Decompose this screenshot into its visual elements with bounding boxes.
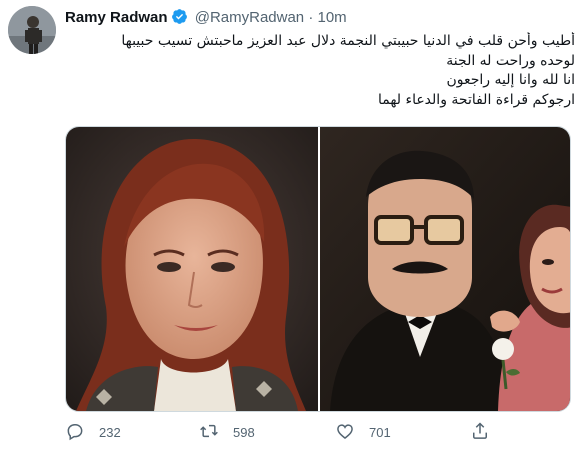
tweet-timestamp[interactable]: 10m: [318, 9, 347, 26]
tweet-actions: 232 598 701: [65, 420, 505, 444]
tweet-text-line: لوحده وراحت له الجنة: [446, 52, 575, 69]
retweet-icon: [199, 421, 219, 444]
tweet-text-line: ارجوكم قراءة الفاتحة والدعاء لهما: [377, 91, 575, 108]
tweet-text-line: أطيب وأحن قلب في الدنيا حبيبتي النجمة دل…: [121, 33, 575, 49]
media-photo-couple[interactable]: [320, 127, 570, 411]
like-button[interactable]: 701: [335, 420, 391, 444]
share-icon: [470, 421, 490, 444]
share-button[interactable]: [470, 420, 490, 444]
tweet-media: [65, 126, 571, 412]
tweet-text-line: انا لله وانا إليه راجعون: [446, 72, 575, 88]
retweet-count: 598: [233, 424, 255, 440]
header-separator: ·: [308, 9, 314, 26]
tweet-header: Ramy Radwan @RamyRadwan · 10m: [65, 8, 347, 28]
author-name[interactable]: Ramy Radwan: [65, 9, 168, 26]
verified-badge-icon: [171, 8, 188, 25]
heart-icon: [335, 421, 355, 444]
tweet-text: أطيب وأحن قلب في الدنيا حبيبتي النجمة دل…: [65, 32, 575, 110]
reply-button[interactable]: 232: [65, 420, 121, 444]
reply-icon: [65, 421, 85, 444]
reply-count: 232: [99, 424, 121, 440]
media-photo-woman-portrait[interactable]: [66, 127, 318, 411]
author-handle[interactable]: @RamyRadwan: [195, 9, 304, 26]
retweet-button[interactable]: 598: [199, 420, 255, 444]
tweet: Ramy Radwan @RamyRadwan · 10m أطيب وأحن …: [0, 0, 582, 452]
like-count: 701: [369, 424, 391, 440]
author-avatar[interactable]: [8, 6, 56, 54]
